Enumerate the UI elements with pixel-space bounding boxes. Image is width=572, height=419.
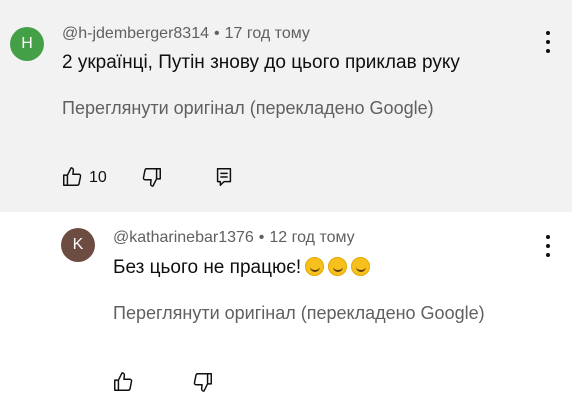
like-count: 10 (89, 169, 107, 186)
rolling-on-floor-laughing-icon (328, 257, 348, 276)
see-original-link[interactable]: Переглянути оригінал (перекладено Google… (62, 98, 434, 119)
more-vert-icon[interactable] (543, 31, 553, 53)
comment-text: 2 українці, Путін знову до цього приклав… (62, 52, 460, 73)
reply-comment-icon[interactable] (213, 166, 235, 188)
rolling-on-floor-laughing-icon (351, 257, 371, 276)
more-vert-icon[interactable] (543, 235, 553, 257)
thumbs-up-icon[interactable] (112, 371, 134, 393)
comment-timestamp[interactable]: 12 год тому (269, 229, 354, 246)
separator-dot: • (258, 229, 265, 246)
avatar[interactable]: K (61, 228, 95, 262)
comment-meta: @h-jdemberger8314 • 17 год тому (62, 25, 310, 43)
thumbs-up-icon[interactable] (61, 166, 83, 188)
separator-dot: • (214, 25, 220, 42)
comment-text: Без цього не працює! (113, 257, 371, 279)
comment-meta: @katharinebar1376 • 12 год тому (113, 229, 355, 247)
emoji-group (305, 257, 371, 276)
author-name[interactable]: @katharinebar1376 (113, 229, 254, 246)
rolling-on-floor-laughing-icon (305, 257, 325, 276)
comment-timestamp[interactable]: 17 год тому (225, 25, 310, 42)
thumbs-down-icon[interactable] (141, 166, 163, 188)
author-name[interactable]: @h-jdemberger8314 (62, 25, 209, 42)
thumbs-down-icon[interactable] (192, 371, 214, 393)
comment-text-body: Без цього не працює! (113, 257, 302, 278)
avatar[interactable]: H (10, 27, 44, 61)
see-original-link[interactable]: Переглянути оригінал (перекладено Google… (113, 303, 485, 324)
